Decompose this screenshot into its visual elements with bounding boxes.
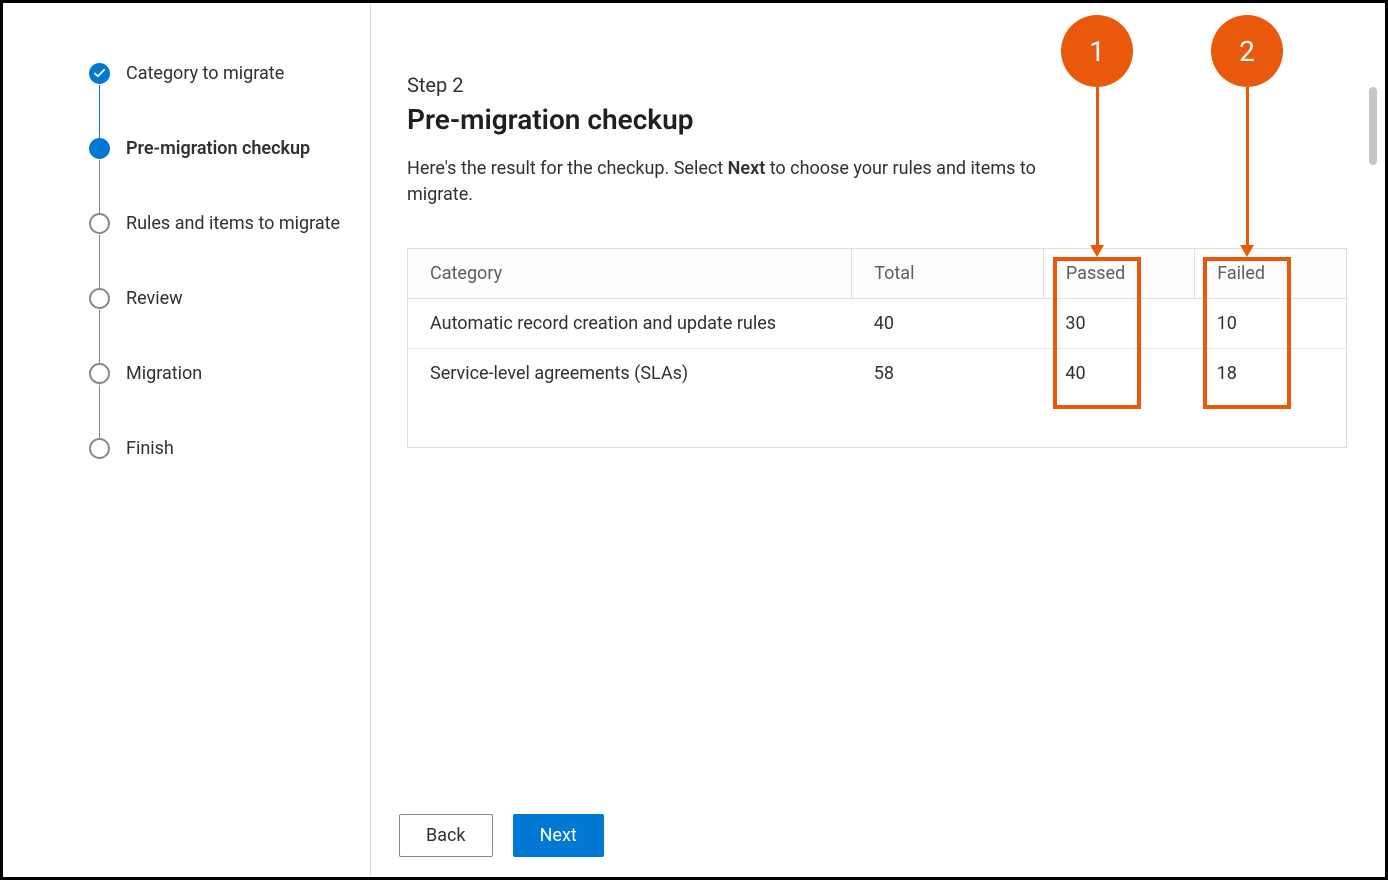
step-number: Step 2 [407, 73, 1367, 97]
pending-step-icon [89, 438, 110, 459]
col-header-total[interactable]: Total [852, 249, 1044, 299]
wizard-footer: Back Next [399, 814, 604, 857]
step-label: Rules and items to migrate [126, 213, 340, 234]
table-row[interactable]: Automatic record creation and update rul… [408, 299, 1346, 349]
current-step-icon [89, 138, 110, 159]
cell-failed: 18 [1195, 349, 1346, 399]
cell-category: Service-level agreements (SLAs) [408, 349, 852, 399]
step-migration[interactable]: Migration [89, 363, 370, 438]
cell-passed: 30 [1043, 299, 1194, 349]
main-content: Step 2 Pre-migration checkup Here's the … [371, 3, 1385, 877]
pending-step-icon [89, 213, 110, 234]
step-finish[interactable]: Finish [89, 438, 370, 459]
table-row[interactable]: Service-level agreements (SLAs) 58 40 18 [408, 349, 1346, 399]
check-icon [89, 63, 110, 84]
next-button[interactable]: Next [513, 814, 604, 857]
pending-step-icon [89, 363, 110, 384]
back-button[interactable]: Back [399, 814, 493, 857]
cell-total: 40 [852, 299, 1044, 349]
page-description: Here's the result for the checkup. Selec… [407, 156, 1047, 208]
step-label: Review [126, 288, 183, 309]
step-category-to-migrate[interactable]: Category to migrate [89, 63, 370, 138]
cell-failed: 10 [1195, 299, 1346, 349]
cell-passed: 40 [1043, 349, 1194, 399]
col-header-passed[interactable]: Passed [1043, 249, 1194, 299]
step-label: Category to migrate [126, 63, 284, 84]
step-label: Finish [126, 438, 174, 459]
page-title: Pre-migration checkup [407, 103, 1367, 136]
step-label: Migration [126, 363, 202, 384]
step-rules-and-items[interactable]: Rules and items to migrate [89, 213, 370, 288]
col-header-category[interactable]: Category [408, 249, 852, 299]
step-pre-migration-checkup[interactable]: Pre-migration checkup [89, 138, 370, 213]
cell-total: 58 [852, 349, 1044, 399]
col-header-failed[interactable]: Failed [1195, 249, 1346, 299]
cell-category: Automatic record creation and update rul… [408, 299, 852, 349]
checkup-results-table: Category Total Passed Failed Automatic r… [407, 248, 1347, 448]
pending-step-icon [89, 288, 110, 309]
step-review[interactable]: Review [89, 288, 370, 363]
step-label: Pre-migration checkup [126, 138, 310, 159]
wizard-steps-sidebar: Category to migrate Pre-migration checku… [3, 3, 371, 877]
scrollbar-thumb[interactable] [1369, 87, 1377, 165]
